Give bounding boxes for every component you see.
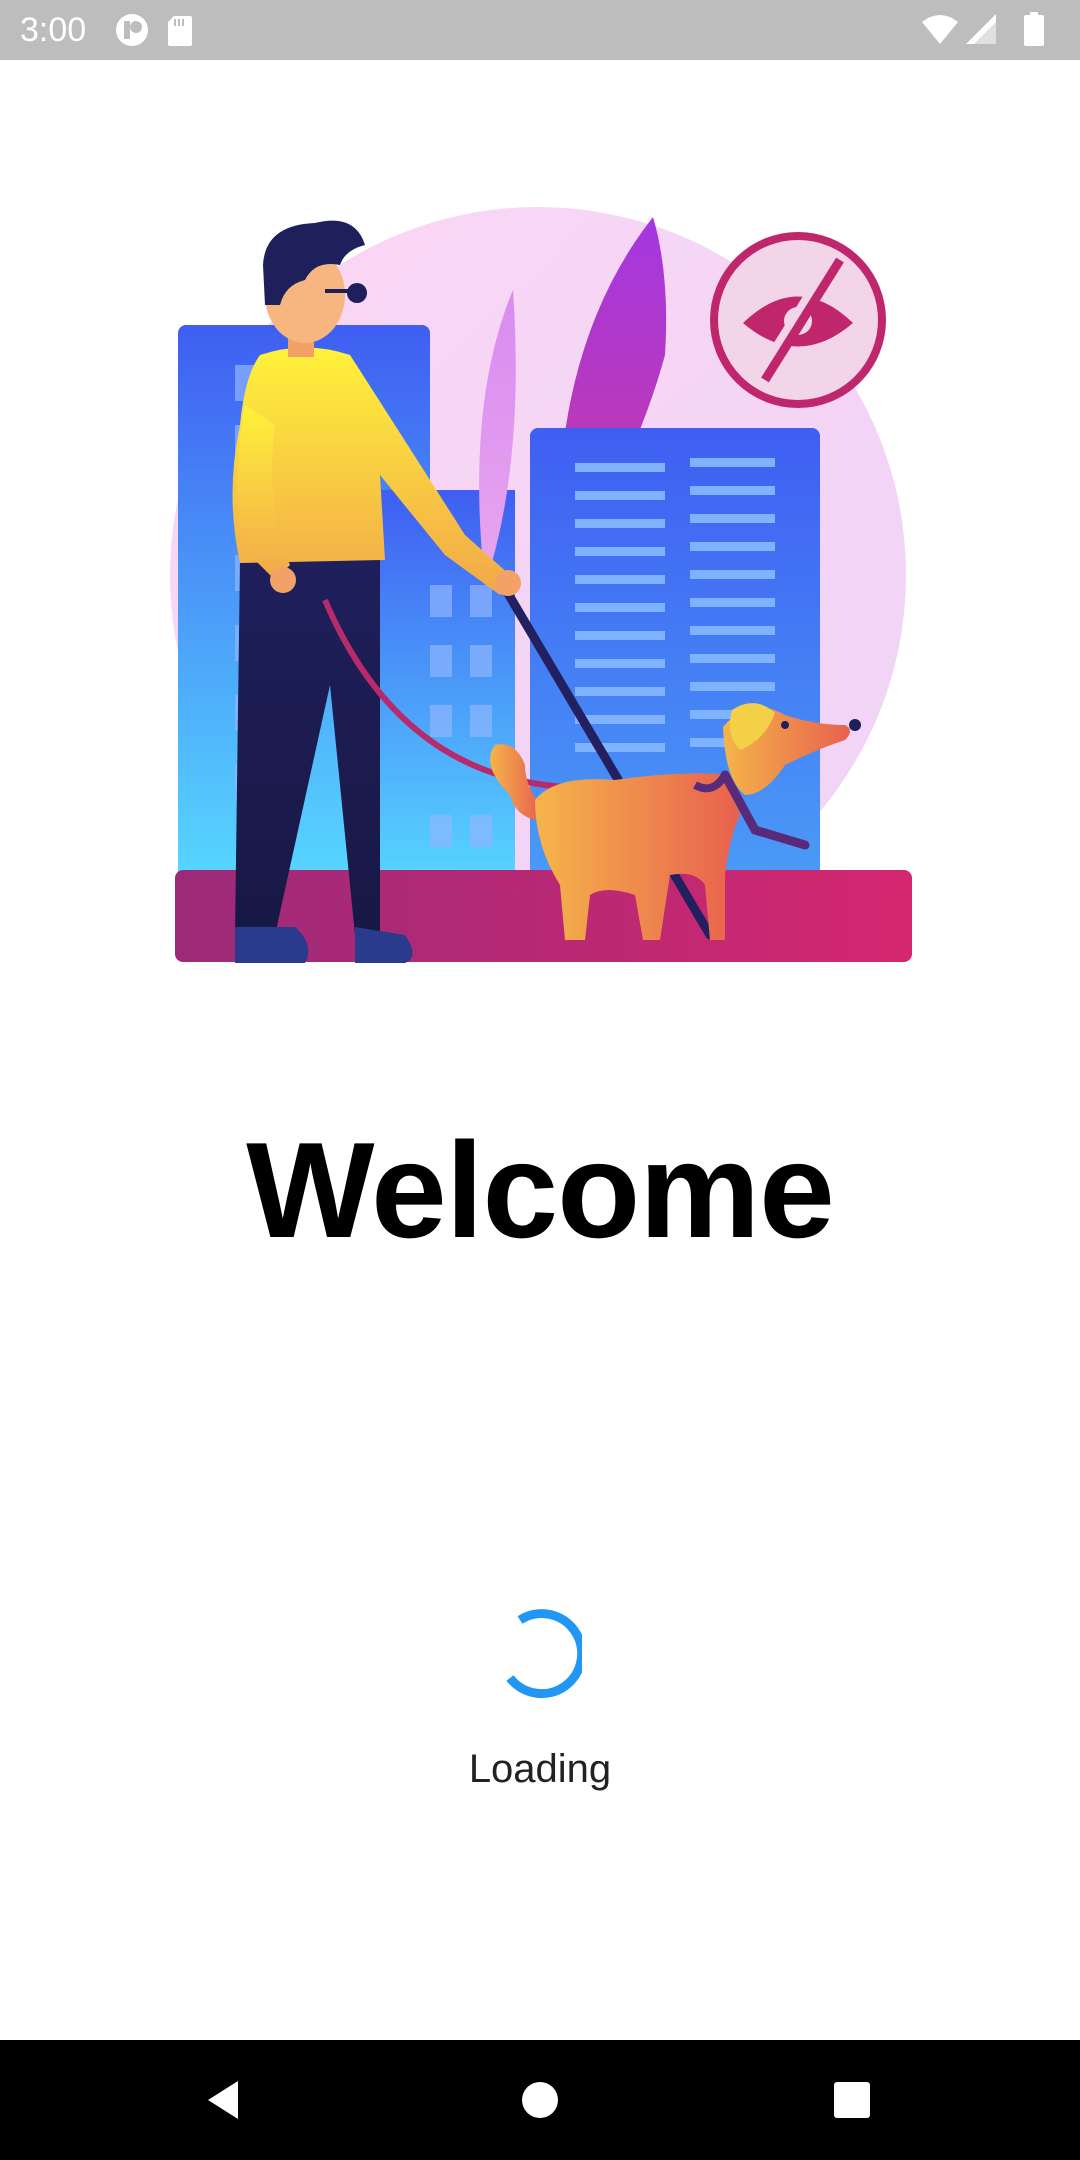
welcome-title: Welcome <box>246 1114 835 1266</box>
eye-slash-icon <box>710 232 886 408</box>
loading-spinner <box>500 1600 587 1700</box>
back-button[interactable] <box>193 2068 257 2132</box>
notification-app-icon <box>116 14 148 46</box>
home-icon <box>522 2082 558 2118</box>
battery-icon <box>1024 12 1044 46</box>
recents-button[interactable] <box>820 2068 884 2132</box>
status-time: 3:00 <box>20 11 87 49</box>
status-left-icons <box>112 12 202 53</box>
back-icon <box>208 2081 238 2119</box>
recents-icon <box>834 2082 870 2118</box>
status-bar: 3:00 <box>0 0 1080 60</box>
wifi-icon <box>922 15 958 44</box>
home-button[interactable] <box>508 2068 572 2132</box>
signal-icon <box>966 14 996 44</box>
status-right-icons <box>920 12 1060 53</box>
navigation-bar <box>0 2040 1080 2160</box>
man-with-guide-dog-illustration <box>165 205 915 975</box>
sd-card-icon <box>168 16 192 46</box>
loading-label: Loading <box>468 1747 612 1791</box>
splash-screen: 3:00 Welcome Loading <box>0 0 1080 2160</box>
